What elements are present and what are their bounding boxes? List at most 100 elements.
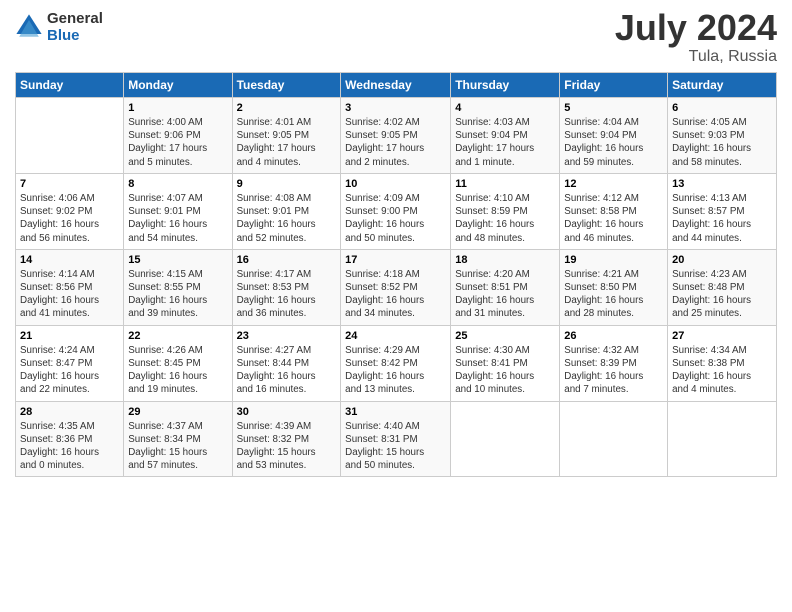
week-row-3: 21Sunrise: 4:24 AMSunset: 8:47 PMDayligh… <box>16 325 777 401</box>
day-number: 9 <box>237 178 337 190</box>
day-cell <box>560 401 668 477</box>
day-cell: 20Sunrise: 4:23 AMSunset: 8:48 PMDayligh… <box>668 249 777 325</box>
day-info: Sunrise: 4:07 AMSunset: 9:01 PMDaylight:… <box>128 192 227 245</box>
day-info: Sunrise: 4:02 AMSunset: 9:05 PMDaylight:… <box>345 116 446 169</box>
day-number: 15 <box>128 254 227 266</box>
day-number: 3 <box>345 102 446 114</box>
logo: General Blue <box>15 10 103 44</box>
day-number: 16 <box>237 254 337 266</box>
day-cell <box>16 98 124 174</box>
day-info: Sunrise: 4:00 AMSunset: 9:06 PMDaylight:… <box>128 116 227 169</box>
day-cell: 1 Sunrise: 4:00 AMSunset: 9:06 PMDaylight… <box>124 98 232 174</box>
day-cell <box>668 401 777 477</box>
col-tuesday: Tuesday <box>232 73 341 98</box>
day-number: 21 <box>20 330 119 342</box>
day-number: 28 <box>20 406 119 418</box>
day-info: Sunrise: 4:29 AMSunset: 8:42 PMDaylight:… <box>345 344 446 397</box>
day-number: 17 <box>345 254 446 266</box>
day-cell: 4Sunrise: 4:03 AMSunset: 9:04 PMDaylight… <box>451 98 560 174</box>
day-cell: 25 Sunrise: 4:30 AMSunset: 8:41 PMDayligh… <box>451 325 560 401</box>
day-info: Sunrise: 4:37 AMSunset: 8:34 PMDaylight:… <box>128 420 227 473</box>
day-cell: 15 Sunrise: 4:15 AMSunset: 8:55 PMDayligh… <box>124 249 232 325</box>
day-info: Sunrise: 4:27 AMSunset: 8:44 PMDaylight:… <box>237 344 337 397</box>
header-row: Sunday Monday Tuesday Wednesday Thursday… <box>16 73 777 98</box>
day-number: 13 <box>672 178 772 190</box>
header: General Blue July 2024 Tula, Russia <box>15 10 777 66</box>
day-info: Sunrise: 4:10 AMSunset: 8:59 PMDaylight:… <box>455 192 555 245</box>
day-info: Sunrise: 4:30 AMSunset: 8:41 PMDaylight:… <box>455 344 555 397</box>
day-number: 14 <box>20 254 119 266</box>
day-number: 8 <box>128 178 227 190</box>
location: Tula, Russia <box>615 48 777 66</box>
day-info: Sunrise: 4:21 AMSunset: 8:50 PMDaylight:… <box>564 268 663 321</box>
day-cell: 27 Sunrise: 4:34 AMSunset: 8:38 PMDayligh… <box>668 325 777 401</box>
col-wednesday: Wednesday <box>341 73 451 98</box>
logo-icon <box>15 13 43 41</box>
day-cell: 5 Sunrise: 4:04 AMSunset: 9:04 PMDaylight… <box>560 98 668 174</box>
day-info: Sunrise: 4:40 AMSunset: 8:31 PMDaylight:… <box>345 420 446 473</box>
day-info: Sunrise: 4:23 AMSunset: 8:48 PMDaylight:… <box>672 268 772 321</box>
week-row-0: 1 Sunrise: 4:00 AMSunset: 9:06 PMDaylight… <box>16 98 777 174</box>
day-cell: 18Sunrise: 4:20 AMSunset: 8:51 PMDayligh… <box>451 249 560 325</box>
week-row-2: 14 Sunrise: 4:14 AMSunset: 8:56 PMDayligh… <box>16 249 777 325</box>
day-info: Sunrise: 4:32 AMSunset: 8:39 PMDaylight:… <box>564 344 663 397</box>
day-cell: 19 Sunrise: 4:21 AMSunset: 8:50 PMDayligh… <box>560 249 668 325</box>
day-cell: 16Sunrise: 4:17 AMSunset: 8:53 PMDayligh… <box>232 249 341 325</box>
day-info: Sunrise: 4:20 AMSunset: 8:51 PMDaylight:… <box>455 268 555 321</box>
day-cell: 14 Sunrise: 4:14 AMSunset: 8:56 PMDayligh… <box>16 249 124 325</box>
day-info: Sunrise: 4:09 AMSunset: 9:00 PMDaylight:… <box>345 192 446 245</box>
day-cell: 9 Sunrise: 4:08 AMSunset: 9:01 PMDaylight… <box>232 173 341 249</box>
day-cell: 26Sunrise: 4:32 AMSunset: 8:39 PMDayligh… <box>560 325 668 401</box>
col-thursday: Thursday <box>451 73 560 98</box>
day-cell: 22 Sunrise: 4:26 AMSunset: 8:45 PMDayligh… <box>124 325 232 401</box>
day-cell: 12Sunrise: 4:12 AMSunset: 8:58 PMDayligh… <box>560 173 668 249</box>
day-number: 29 <box>128 406 227 418</box>
day-number: 25 <box>455 330 555 342</box>
calendar-table: Sunday Monday Tuesday Wednesday Thursday… <box>15 72 777 477</box>
day-number: 10 <box>345 178 446 190</box>
title-block: July 2024 Tula, Russia <box>615 10 777 66</box>
day-number: 27 <box>672 330 772 342</box>
day-cell: 7 Sunrise: 4:06 AMSunset: 9:02 PMDaylight… <box>16 173 124 249</box>
day-info: Sunrise: 4:15 AMSunset: 8:55 PMDaylight:… <box>128 268 227 321</box>
day-number: 2 <box>237 102 337 114</box>
day-number: 19 <box>564 254 663 266</box>
day-cell: 10 Sunrise: 4:09 AMSunset: 9:00 PMDayligh… <box>341 173 451 249</box>
day-info: Sunrise: 4:04 AMSunset: 9:04 PMDaylight:… <box>564 116 663 169</box>
day-info: Sunrise: 4:18 AMSunset: 8:52 PMDaylight:… <box>345 268 446 321</box>
col-friday: Friday <box>560 73 668 98</box>
day-cell: 2 Sunrise: 4:01 AMSunset: 9:05 PMDaylight… <box>232 98 341 174</box>
col-saturday: Saturday <box>668 73 777 98</box>
day-cell: 28 Sunrise: 4:35 AMSunset: 8:36 PMDayligh… <box>16 401 124 477</box>
day-info: Sunrise: 4:26 AMSunset: 8:45 PMDaylight:… <box>128 344 227 397</box>
day-cell: 23 Sunrise: 4:27 AMSunset: 8:44 PMDayligh… <box>232 325 341 401</box>
day-cell: 3 Sunrise: 4:02 AMSunset: 9:05 PMDaylight… <box>341 98 451 174</box>
day-number: 7 <box>20 178 119 190</box>
day-number: 22 <box>128 330 227 342</box>
day-number: 23 <box>237 330 337 342</box>
col-monday: Monday <box>124 73 232 98</box>
col-sunday: Sunday <box>16 73 124 98</box>
day-info: Sunrise: 4:39 AMSunset: 8:32 PMDaylight:… <box>237 420 337 473</box>
week-row-1: 7 Sunrise: 4:06 AMSunset: 9:02 PMDaylight… <box>16 173 777 249</box>
day-number: 12 <box>564 178 663 190</box>
day-number: 5 <box>564 102 663 114</box>
page-container: General Blue July 2024 Tula, Russia Sund… <box>0 0 792 487</box>
week-row-4: 28 Sunrise: 4:35 AMSunset: 8:36 PMDayligh… <box>16 401 777 477</box>
day-cell: 11Sunrise: 4:10 AMSunset: 8:59 PMDayligh… <box>451 173 560 249</box>
day-number: 1 <box>128 102 227 114</box>
logo-text: General Blue <box>47 10 103 44</box>
month-title: July 2024 <box>615 10 777 46</box>
day-info: Sunrise: 4:34 AMSunset: 8:38 PMDaylight:… <box>672 344 772 397</box>
day-info: Sunrise: 4:08 AMSunset: 9:01 PMDaylight:… <box>237 192 337 245</box>
day-cell: 29 Sunrise: 4:37 AMSunset: 8:34 PMDayligh… <box>124 401 232 477</box>
day-info: Sunrise: 4:06 AMSunset: 9:02 PMDaylight:… <box>20 192 119 245</box>
day-info: Sunrise: 4:01 AMSunset: 9:05 PMDaylight:… <box>237 116 337 169</box>
day-cell: 13Sunrise: 4:13 AMSunset: 8:57 PMDayligh… <box>668 173 777 249</box>
day-number: 31 <box>345 406 446 418</box>
day-info: Sunrise: 4:35 AMSunset: 8:36 PMDaylight:… <box>20 420 119 473</box>
day-cell: 30Sunrise: 4:39 AMSunset: 8:32 PMDayligh… <box>232 401 341 477</box>
day-info: Sunrise: 4:14 AMSunset: 8:56 PMDaylight:… <box>20 268 119 321</box>
day-number: 24 <box>345 330 446 342</box>
day-number: 6 <box>672 102 772 114</box>
